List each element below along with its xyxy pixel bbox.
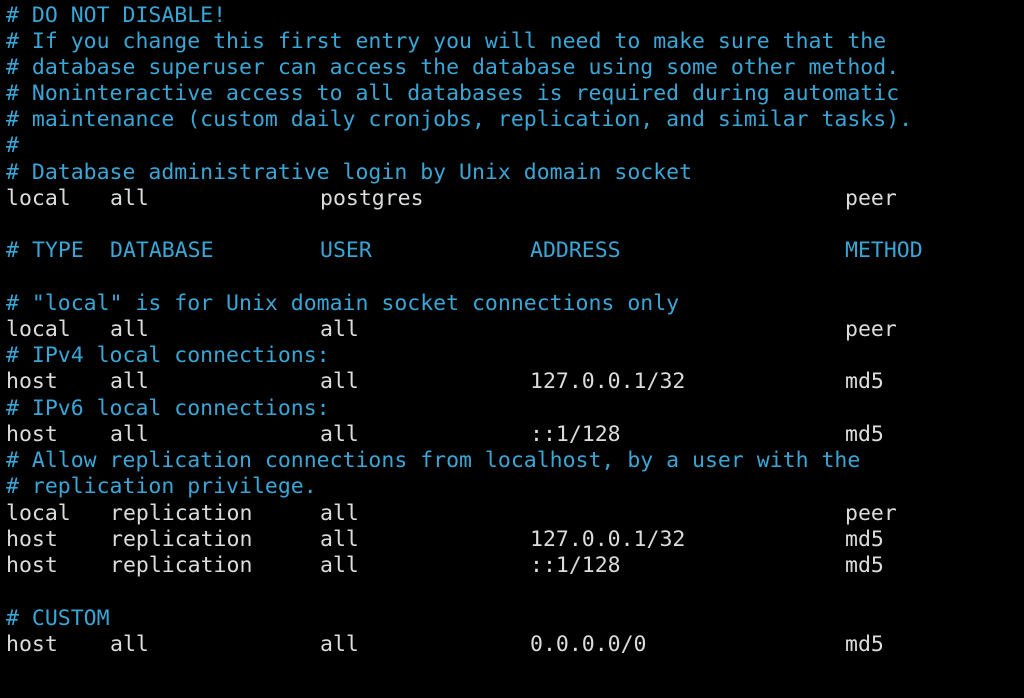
entry-address: ::1/128 [530, 422, 621, 447]
entry-database: replication [110, 527, 253, 552]
entry-user: all [320, 527, 359, 552]
comment-line: # CUSTOM [6, 606, 110, 631]
entry-method: peer [845, 186, 897, 211]
entry-user: all [320, 553, 359, 578]
entry-type: host [6, 553, 58, 578]
hba-entry-row: host all all ::1/128 md5 [6, 422, 1016, 448]
entry-type: host [6, 422, 58, 447]
entry-method: md5 [845, 527, 884, 552]
header-user: USER [320, 238, 372, 263]
entry-method: md5 [845, 632, 884, 657]
entry-database: replication [110, 553, 253, 578]
entry-database: all [110, 422, 149, 447]
comment-line: # If you change this first entry you wil… [6, 29, 887, 54]
hba-entry-row: local all all peer [6, 317, 1016, 343]
entry-database: replication [110, 501, 253, 526]
hba-entry-row: local all postgres peer [6, 186, 1016, 212]
hba-entry-row: local replication all peer [6, 501, 1016, 527]
entry-database: all [110, 317, 149, 342]
entry-user: postgres [320, 186, 424, 211]
entry-type: host [6, 632, 58, 657]
column-header-row: # TYPE DATABASE USER ADDRESS METHOD [6, 238, 1016, 264]
terminal-window[interactable]: # DO NOT DISABLE! # If you change this f… [0, 0, 1024, 698]
entry-type: local [6, 501, 71, 526]
entry-type: host [6, 369, 58, 394]
entry-database: all [110, 632, 149, 657]
header-address: ADDRESS [530, 238, 621, 263]
comment-line: # [6, 133, 19, 158]
header-hash: # [6, 238, 19, 263]
entry-user: all [320, 317, 359, 342]
comment-line: # IPv6 local connections: [6, 396, 330, 421]
entry-address: 127.0.0.1/32 [530, 527, 686, 552]
entry-database: all [110, 186, 149, 211]
comment-line: # maintenance (custom daily cronjobs, re… [6, 107, 913, 132]
comment-line: # Allow replication connections from loc… [6, 448, 861, 473]
hba-entry-row: host all all 127.0.0.1/32 md5 [6, 369, 1016, 395]
header-type: TYPE [32, 238, 84, 263]
entry-method: peer [845, 501, 897, 526]
entry-address: 0.0.0.0/0 [530, 632, 647, 657]
entry-type: local [6, 317, 71, 342]
entry-address: 127.0.0.1/32 [530, 369, 686, 394]
entry-user: all [320, 369, 359, 394]
hba-entry-row: host replication all ::1/128 md5 [6, 553, 1016, 579]
comment-line: # replication privilege. [6, 474, 317, 499]
comment-line: # database superuser can access the data… [6, 55, 900, 80]
entry-method: md5 [845, 369, 884, 394]
header-database: DATABASE [110, 238, 214, 263]
comment-line: # Noninteractive access to all databases… [6, 81, 900, 106]
comment-line: # DO NOT DISABLE! [6, 3, 227, 28]
entry-database: all [110, 369, 149, 394]
entry-address: ::1/128 [530, 553, 621, 578]
entry-method: peer [845, 317, 897, 342]
hba-entry-row: host all all 0.0.0.0/0 md5 [6, 632, 1016, 658]
entry-type: host [6, 527, 58, 552]
comment-line: # Database administrative login by Unix … [6, 160, 693, 185]
entry-method: md5 [845, 422, 884, 447]
header-method: METHOD [845, 238, 923, 263]
entry-user: all [320, 632, 359, 657]
comment-line: # "local" is for Unix domain socket conn… [6, 291, 680, 316]
entry-user: all [320, 422, 359, 447]
entry-user: all [320, 501, 359, 526]
entry-type: local [6, 186, 71, 211]
hba-entry-row: host replication all 127.0.0.1/32 md5 [6, 527, 1016, 553]
entry-method: md5 [845, 553, 884, 578]
comment-line: # IPv4 local connections: [6, 343, 330, 368]
